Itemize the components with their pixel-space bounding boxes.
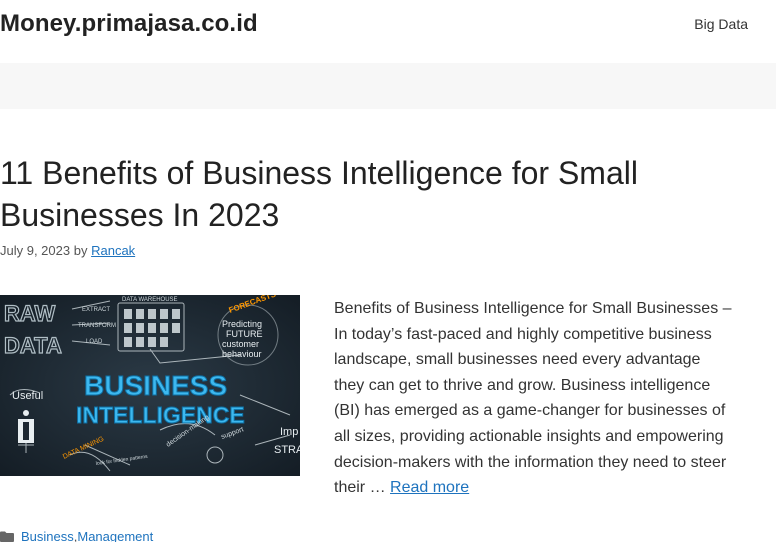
post-date: July 9, 2023 [0, 243, 71, 258]
img-label-extract: EXTRACT [82, 307, 110, 313]
img-label-intelligence: INTELLIGENCE [76, 402, 245, 428]
category-link-management[interactable]: Management [77, 529, 153, 542]
img-label-future: FUTURE [226, 329, 263, 339]
category-link-business[interactable]: Business [21, 529, 74, 542]
post-title[interactable]: 11 Benefits of Business Intelligence for… [0, 152, 740, 236]
post-excerpt-text: Benefits of Business Intelligence for Sm… [334, 300, 732, 497]
img-label-useful: Useful [12, 390, 43, 402]
img-label-data-warehouse: DATA WAREHOUSE [122, 297, 178, 303]
img-label-transform: TRANSFORM [78, 323, 116, 329]
header-band [0, 63, 776, 109]
img-label-data: DATA [4, 333, 62, 358]
post-categories: Business,Management [0, 529, 153, 542]
post-excerpt: Benefits of Business Intelligence for Sm… [334, 296, 734, 501]
post-author-link[interactable]: Rancak [91, 243, 135, 258]
img-label-imp: Imp [280, 426, 298, 438]
post-by-label: by [73, 243, 88, 258]
img-label-raw: RAW [4, 301, 56, 326]
read-more-link[interactable]: Read more [390, 479, 469, 496]
site-title[interactable]: Money.primajasa.co.id [0, 10, 258, 38]
img-label-business: BUSINESS [84, 370, 227, 401]
img-label-stra: STRA [274, 444, 300, 456]
post-meta: July 9, 2023 by Rancak [0, 243, 135, 258]
img-label-load: LOAD [86, 339, 103, 345]
featured-image[interactable]: RAW DATA EXTRACT TRANSFORM LOAD DATA WAR… [0, 295, 300, 476]
folder-icon [0, 530, 14, 542]
business-intelligence-chalkboard-illustration: RAW DATA EXTRACT TRANSFORM LOAD DATA WAR… [0, 295, 300, 476]
img-label-predicting: Predicting [222, 319, 262, 329]
site-header: Money.primajasa.co.id Big Data [0, 0, 776, 63]
img-label-behaviour: behaviour [222, 349, 262, 359]
nav-item-big-data[interactable]: Big Data [694, 16, 748, 32]
img-label-customer: customer [222, 339, 259, 349]
